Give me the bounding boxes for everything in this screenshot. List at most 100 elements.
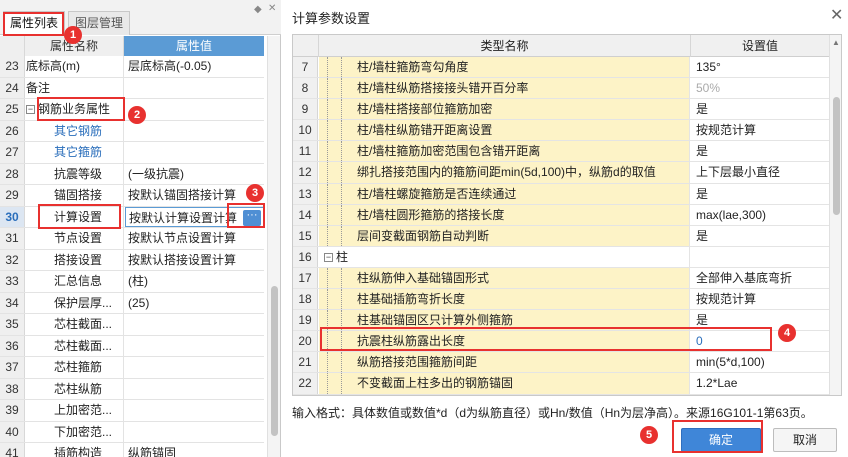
row-number: 26 — [0, 120, 25, 141]
table-row[interactable]: 17 柱纵筋伸入基础锚固形式 全部伸入基底弯折 — [293, 267, 829, 290]
param-value[interactable]: 135° — [691, 57, 829, 77]
table-row[interactable]: 14 柱/墙柱圆形箍筋的搭接长度 max(lae,300) — [293, 204, 829, 226]
property-value[interactable] — [125, 379, 264, 400]
cancel-button[interactable]: 取消 — [773, 428, 837, 452]
row-number: 17 — [293, 267, 318, 289]
table-row[interactable]: 7 柱/墙柱箍筋弯勾角度 135° — [293, 57, 829, 79]
table-row[interactable]: 9 柱/墙柱搭接部位箍筋加密 是 — [293, 99, 829, 121]
annotation-box-properties-tab — [3, 12, 64, 36]
property-name: 芯柱截面... — [26, 314, 124, 335]
property-name: 汇总信息 — [26, 271, 124, 292]
param-name: 绑扎搭接范围内的箍筋间距min(5d,100)中，纵筋d的取值 — [319, 162, 690, 183]
table-row[interactable]: 37 芯柱箍筋 — [0, 357, 264, 379]
close-icon[interactable]: ✕ — [268, 3, 276, 14]
type-name-header: 类型名称 — [318, 35, 690, 57]
row-number: 31 — [0, 228, 25, 249]
row-number: 34 — [0, 292, 25, 313]
table-row[interactable]: 32 搭接设置 按默认搭接设置计算 — [0, 249, 264, 271]
param-name-text: 柱/墙柱纵筋搭接接头错开百分率 — [357, 81, 529, 96]
param-name: 不变截面上柱多出的钢筋锚固 — [319, 373, 690, 394]
param-name: 柱/墙柱纵筋错开距离设置 — [319, 120, 690, 141]
property-name: 保护层厚... — [26, 292, 124, 313]
annotation-box-rebar-group — [37, 97, 125, 121]
param-name-text: 柱/墙柱圆形箍筋的搭接长度 — [357, 207, 505, 222]
scroll-up-arrow-icon[interactable]: ▲ — [832, 38, 840, 47]
property-value[interactable] — [125, 121, 264, 142]
property-value[interactable]: 按默认搭接设置计算 — [125, 250, 264, 271]
param-value[interactable]: 是 — [691, 141, 829, 161]
table-row[interactable]: 18 柱基础插筋弯折长度 按规范计算 — [293, 289, 829, 311]
table-row[interactable]: 36 芯柱截面... — [0, 335, 264, 357]
table-row[interactable]: 35 芯柱截面... — [0, 314, 264, 336]
param-value[interactable]: 1.2*Lae — [691, 373, 829, 393]
table-row[interactable]: 15 层间变截面钢筋自动判断 是 — [293, 225, 829, 247]
table-row[interactable]: 27 其它箍筋 — [0, 142, 264, 164]
table-row[interactable]: 23 底标高(m) 层底标高(-0.05) — [0, 56, 264, 78]
property-value[interactable]: 纵筋锚固 — [125, 443, 264, 457]
table-row[interactable]: 38 芯柱纵筋 — [0, 378, 264, 400]
property-value[interactable]: (25) — [125, 293, 264, 314]
property-value[interactable] — [125, 314, 264, 335]
annotation-badge: 3 — [246, 184, 264, 202]
param-value[interactable]: 按规范计算 — [691, 120, 829, 140]
param-name-text: 绑扎搭接范围内的箍筋间距min(5d,100)中，纵筋d的取值 — [357, 165, 656, 180]
property-value[interactable] — [125, 78, 264, 99]
param-value[interactable]: max(lae,300) — [691, 205, 829, 225]
param-value[interactable]: 是 — [691, 184, 829, 204]
param-group-column[interactable]: − 柱 — [319, 246, 690, 267]
table-row[interactable]: 26 其它钢筋 — [0, 120, 264, 142]
left-scrollbar-thumb[interactable] — [271, 286, 278, 436]
param-name-text: 柱基础插筋弯折长度 — [357, 292, 466, 307]
param-value[interactable]: 上下层最小直径 — [691, 162, 829, 182]
table-row[interactable]: 13 柱/墙柱螺旋箍筋是否连续通过 是 — [293, 183, 829, 205]
property-name: 备注 — [26, 77, 124, 98]
param-value[interactable]: 全部伸入基底弯折 — [691, 268, 829, 288]
table-row[interactable]: 41 插筋构造 纵筋锚固 — [0, 443, 264, 457]
table-row[interactable]: 31 节点设置 按默认节点设置计算 — [0, 228, 264, 250]
table-row[interactable]: 8 柱/墙柱纵筋搭接接头错开百分率 50% — [293, 78, 829, 100]
property-name: 搭接设置 — [26, 249, 124, 270]
left-scrollbar[interactable] — [267, 36, 280, 457]
table-row[interactable]: 40 下加密范... — [0, 421, 264, 443]
param-value[interactable]: 按规范计算 — [691, 289, 829, 309]
table-row[interactable]: 21 纵筋搭接范围箍筋间距 min(5*d,100) — [293, 352, 829, 374]
property-value[interactable] — [125, 357, 264, 378]
table-row[interactable]: 24 备注 — [0, 77, 264, 99]
param-name: 柱/墙柱箍筋加密范围包含错开距离 — [319, 141, 690, 162]
collapse-icon[interactable]: − — [26, 105, 35, 115]
param-value[interactable]: 是 — [691, 99, 829, 119]
table-row[interactable]: 12 绑扎搭接范围内的箍筋间距min(5d,100)中，纵筋d的取值 上下层最小直径 — [293, 162, 829, 184]
grid-scrollbar[interactable]: ▲ — [829, 35, 841, 395]
close-icon[interactable]: ✕ — [830, 5, 843, 25]
property-value[interactable]: 层底标高(-0.05) — [125, 56, 264, 77]
grid-scrollbar-thumb[interactable] — [833, 97, 840, 215]
table-row[interactable]: 33 汇总信息 (柱) — [0, 271, 264, 293]
param-name-text: 层间变截面钢筋自动判断 — [357, 228, 490, 243]
table-row[interactable]: 11 柱/墙柱箍筋加密范围包含错开距离 是 — [293, 141, 829, 163]
property-value[interactable]: (一级抗震) — [125, 164, 264, 185]
param-group-label: 柱 — [336, 249, 349, 264]
table-row[interactable]: 22 不变截面上柱多出的钢筋锚固 1.2*Lae — [293, 373, 829, 395]
table-row[interactable]: 10 柱/墙柱纵筋错开距离设置 按规范计算 — [293, 120, 829, 142]
param-value[interactable]: 50% — [691, 78, 829, 98]
table-row[interactable]: 34 保护层厚... (25) — [0, 292, 264, 314]
property-value[interactable]: 按默认节点设置计算 — [125, 228, 264, 249]
param-value[interactable]: 是 — [691, 226, 829, 246]
pin-icon[interactable]: ◆ — [254, 4, 262, 15]
property-value[interactable] — [125, 400, 264, 421]
row-number: 41 — [0, 443, 25, 457]
row-number: 9 — [293, 99, 318, 120]
table-row[interactable]: 39 上加密范... — [0, 400, 264, 422]
property-value[interactable] — [125, 142, 264, 163]
row-number: 35 — [0, 314, 25, 335]
table-row-group[interactable]: 16− 柱 — [293, 246, 829, 268]
property-value[interactable] — [125, 422, 264, 443]
table-row[interactable]: 28 抗震等级 (一级抗震) — [0, 163, 264, 185]
property-value[interactable] — [125, 336, 264, 357]
property-name: 底标高(m) — [26, 56, 124, 77]
param-value[interactable]: min(5*d,100) — [691, 352, 829, 372]
collapse-icon[interactable]: − — [324, 253, 333, 263]
property-value[interactable]: (柱) — [125, 271, 264, 292]
annotation-badge: 1 — [64, 26, 82, 44]
row-number: 32 — [0, 249, 25, 270]
